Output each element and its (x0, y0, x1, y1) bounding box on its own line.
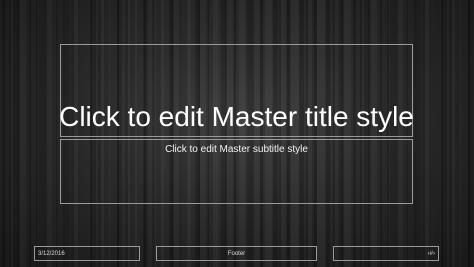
footer-text: Footer (227, 250, 246, 257)
date-text: 3/12/2016 (38, 250, 65, 257)
slide-number-text: ‹#› (427, 250, 435, 257)
subtitle-placeholder[interactable]: Click to edit Master subtitle style (60, 139, 413, 204)
footer-placeholder[interactable]: Footer (156, 246, 317, 261)
subtitle-placeholder-text: Click to edit Master subtitle style (165, 144, 308, 155)
slide-master-canvas: Click to edit Master title style Click t… (0, 0, 474, 267)
date-placeholder[interactable]: 3/12/2016 (34, 246, 140, 261)
title-placeholder[interactable]: Click to edit Master title style (59, 44, 414, 137)
slide-number-placeholder[interactable]: ‹#› (333, 246, 439, 261)
title-placeholder-text: Click to edit Master title style (59, 101, 414, 132)
